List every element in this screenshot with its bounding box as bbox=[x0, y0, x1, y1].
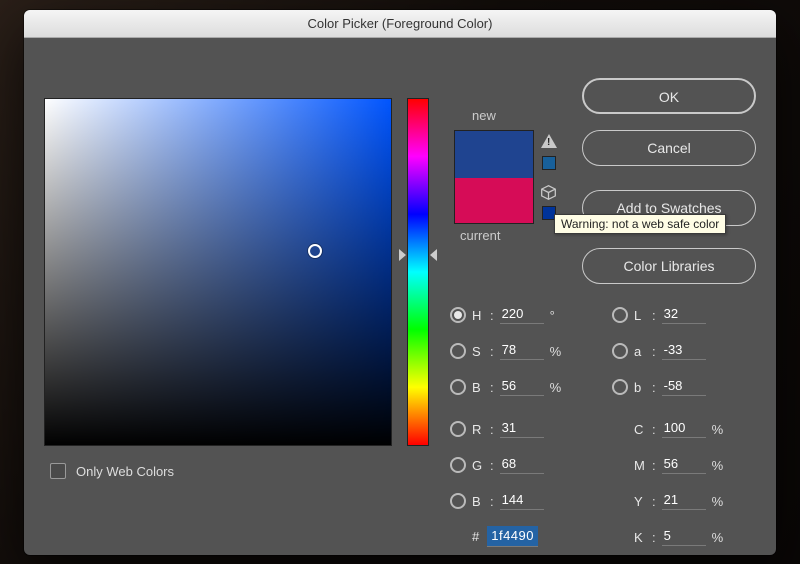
window-title: Color Picker (Foreground Color) bbox=[308, 16, 493, 31]
current-label: current bbox=[460, 228, 500, 243]
y-input[interactable]: 21 bbox=[662, 492, 706, 510]
hex-input[interactable]: 1f4490 bbox=[487, 526, 538, 547]
checkbox-box bbox=[50, 463, 66, 479]
y-label: Y bbox=[634, 494, 652, 509]
hash-label: # bbox=[472, 529, 479, 544]
c-input[interactable]: 100 bbox=[662, 420, 706, 438]
color-preview bbox=[454, 130, 534, 224]
s-input[interactable]: 78 bbox=[500, 342, 544, 360]
window-titlebar: Color Picker (Foreground Color) bbox=[24, 10, 776, 38]
h-label: H bbox=[472, 308, 490, 323]
l-input[interactable]: 32 bbox=[662, 306, 706, 324]
g-label: G bbox=[472, 458, 490, 473]
h-input[interactable]: 220 bbox=[500, 306, 544, 324]
current-color-swatch[interactable] bbox=[455, 178, 533, 224]
color-picker-dialog: Color Picker (Foreground Color) new curr… bbox=[24, 10, 776, 555]
gamut-warning-icon[interactable]: ! bbox=[541, 134, 557, 148]
color-libraries-button[interactable]: Color Libraries bbox=[582, 248, 756, 284]
k-label: K bbox=[634, 530, 652, 545]
g-input[interactable]: 68 bbox=[500, 456, 544, 474]
a-radio[interactable] bbox=[612, 343, 628, 359]
r-label: R bbox=[472, 422, 490, 437]
only-web-colors-label: Only Web Colors bbox=[76, 464, 174, 479]
nearest-printable-swatch[interactable] bbox=[542, 156, 556, 170]
bb-radio[interactable] bbox=[450, 493, 466, 509]
c-label: C bbox=[634, 422, 652, 437]
websafe-tooltip: Warning: not a web safe color bbox=[554, 214, 726, 234]
new-label: new bbox=[472, 108, 496, 123]
l-radio[interactable] bbox=[612, 307, 628, 323]
bb-label: B bbox=[472, 494, 490, 509]
bh-radio[interactable] bbox=[450, 379, 466, 395]
bl-input[interactable]: -58 bbox=[662, 378, 706, 396]
hue-slider[interactable] bbox=[407, 98, 429, 446]
bl-label: b bbox=[634, 380, 652, 395]
m-label: M bbox=[634, 458, 652, 473]
bl-radio[interactable] bbox=[612, 379, 628, 395]
a-input[interactable]: -33 bbox=[662, 342, 706, 360]
h-radio[interactable] bbox=[450, 307, 466, 323]
s-radio[interactable] bbox=[450, 343, 466, 359]
new-color-swatch bbox=[455, 131, 533, 178]
r-input[interactable]: 31 bbox=[500, 420, 544, 438]
bh-label: B bbox=[472, 380, 490, 395]
ok-button[interactable]: OK bbox=[582, 78, 756, 114]
k-input[interactable]: 5 bbox=[662, 528, 706, 546]
cancel-button[interactable]: Cancel bbox=[582, 130, 756, 166]
only-web-colors-checkbox[interactable]: Only Web Colors bbox=[50, 463, 174, 479]
l-label: L bbox=[634, 308, 652, 323]
m-input[interactable]: 56 bbox=[662, 456, 706, 474]
bb-input[interactable]: 144 bbox=[500, 492, 544, 510]
g-radio[interactable] bbox=[450, 457, 466, 473]
bh-input[interactable]: 56 bbox=[500, 378, 544, 396]
s-label: S bbox=[472, 344, 490, 359]
r-radio[interactable] bbox=[450, 421, 466, 437]
saturation-brightness-field[interactable] bbox=[44, 98, 392, 446]
websafe-warning-icon[interactable] bbox=[540, 184, 557, 201]
a-label: a bbox=[634, 344, 652, 359]
